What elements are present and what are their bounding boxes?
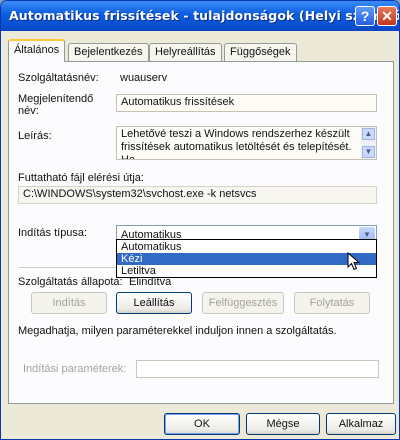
params-label: Indítási paraméterek: — [23, 363, 127, 375]
params-hint: Megadhatja, milyen paraméterekkel indulj… — [18, 325, 337, 337]
service-name-value: wuauserv — [120, 72, 168, 84]
description-label: Leírás: — [18, 130, 52, 142]
apply-button[interactable]: Alkalmaz — [326, 413, 396, 435]
tab-recovery[interactable]: Helyreállítás — [149, 43, 222, 61]
scroll-down-icon[interactable]: ▼ — [362, 146, 375, 158]
display-name-value: Automatikus frissítések — [121, 96, 235, 108]
startup-type-dropdown-list: Automatikus Kézi Letiltva — [116, 239, 377, 278]
properties-dialog: Automatikus frissítések - tulajdonságok … — [0, 0, 400, 440]
startup-option-disabled[interactable]: Letiltva — [117, 265, 376, 277]
stop-button[interactable]: Leállítás — [116, 292, 192, 314]
description-scrollbar[interactable]: ▲ ▼ — [361, 127, 376, 159]
display-name-label: Megjelenítendő név: — [18, 93, 94, 117]
scroll-up-icon[interactable]: ▲ — [362, 128, 375, 140]
tab-general[interactable]: Általános — [8, 39, 66, 62]
startup-option-manual[interactable]: Kézi — [117, 253, 376, 265]
mouse-cursor-icon — [347, 252, 361, 271]
exe-path-field: C:\WINDOWS\system32\svchost.exe -k netsv… — [18, 186, 377, 204]
status-label: Szolgáltatás állapota: — [18, 276, 123, 288]
window-title: Automatikus frissítések - tulajdonságok … — [9, 8, 400, 23]
tab-dependencies[interactable]: Függőségek — [224, 43, 297, 61]
close-icon: ✕ — [381, 8, 393, 24]
description-box[interactable]: Lehetővé teszi a Windows rendszerhez kés… — [116, 126, 377, 160]
description-value: Lehetővé teszi a Windows rendszerhez kés… — [121, 128, 352, 160]
help-button[interactable]: ? — [355, 6, 375, 26]
display-name-field[interactable]: Automatikus frissítések — [116, 94, 377, 112]
params-input[interactable] — [136, 360, 379, 378]
service-name-label: Szolgáltatásnév: — [18, 72, 99, 84]
startup-option-automatic[interactable]: Automatikus — [117, 241, 376, 253]
title-bar[interactable]: Automatikus frissítések - tulajdonságok … — [1, 1, 399, 31]
close-button[interactable]: ✕ — [377, 6, 397, 26]
pause-button[interactable]: Felfüggesztés — [202, 292, 284, 314]
tab-logon[interactable]: Bejelentkezés — [68, 43, 149, 61]
resume-button[interactable]: Folytatás — [294, 292, 370, 314]
start-button[interactable]: Indítás — [31, 292, 107, 314]
general-panel: Szolgáltatásnév: wuauserv Megjelenítendő… — [8, 61, 394, 404]
help-icon: ? — [360, 8, 370, 24]
exe-path-label: Futtatható fájl elérési útja: — [18, 172, 144, 184]
startup-type-label: Indítás típusa: — [18, 227, 88, 239]
ok-button[interactable]: OK — [164, 413, 240, 435]
cancel-button[interactable]: Mégse — [246, 413, 320, 435]
exe-path-value: C:\WINDOWS\system32\svchost.exe -k netsv… — [23, 188, 257, 200]
